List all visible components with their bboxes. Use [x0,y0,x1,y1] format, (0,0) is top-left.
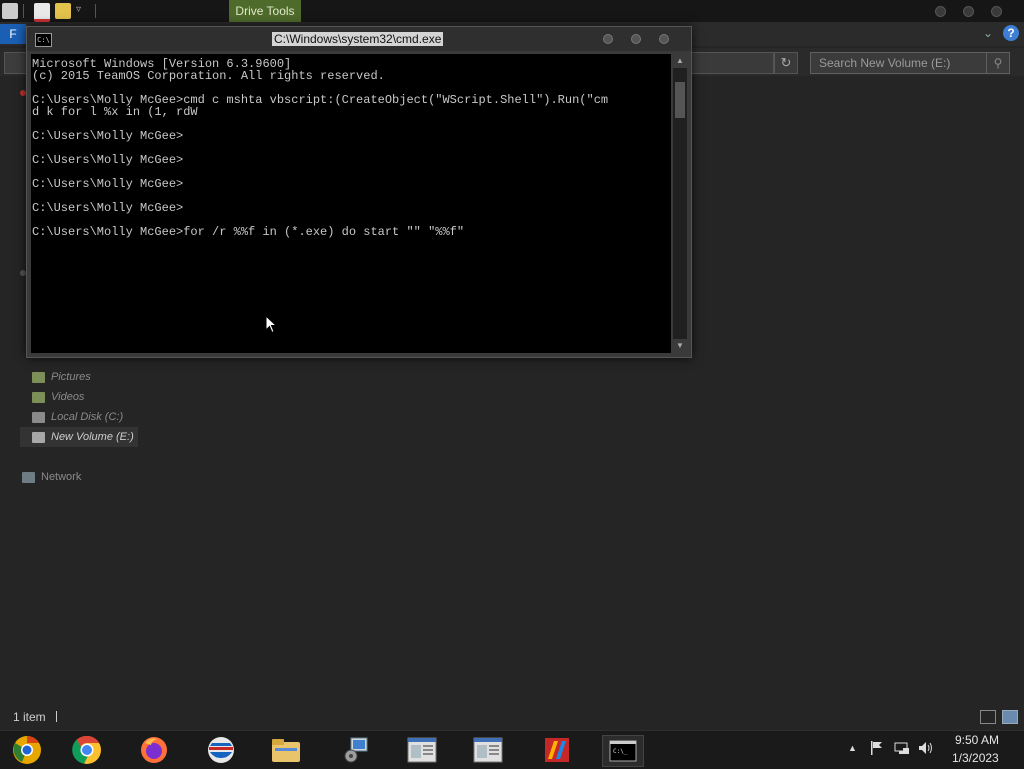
opera-icon [208,737,234,763]
drive-icon [32,431,45,443]
network-icon [22,471,35,483]
window-icon [473,737,503,763]
customize-qa-chevron-icon[interactable]: ▿ [76,4,81,15]
pictures-folder-icon [32,371,45,383]
scroll-down-icon[interactable]: ▼ [673,339,687,353]
nav-item-local-disk-c[interactable]: Local Disk (C:) [32,407,123,427]
status-bar [0,706,1024,728]
status-item-count: 1 item [13,710,46,724]
search-input[interactable]: Search New Volume (E:) [810,52,994,74]
qa-separator [95,4,96,18]
nav-item-label: Network [41,471,82,483]
cmd-system-menu-icon[interactable]: C:\ [35,33,52,47]
videos-folder-icon [32,391,45,403]
taskbar-app[interactable] [537,735,577,765]
nav-item-label: New Volume (E:) [51,431,134,443]
taskbar-firefox[interactable] [134,735,174,765]
properties-icon[interactable] [34,3,50,22]
new-folder-icon[interactable] [55,3,71,19]
clock-date[interactable]: 1/3/2023 [952,751,999,765]
refresh-icon[interactable]: ↻ [774,52,798,74]
taskbar-window-1[interactable] [402,735,442,765]
taskbar-control-panel[interactable] [336,735,376,765]
nav-item-label: Pictures [51,371,91,383]
taskbar-chrome-canary[interactable] [7,735,47,765]
volume-icon[interactable] [918,740,934,759]
search-icon[interactable]: ⚲ [986,52,1010,74]
console-output[interactable]: Microsoft Windows [Version 6.3.9600] (c)… [31,54,671,353]
control-panel-icon [344,737,368,763]
taskbar-chrome[interactable] [67,735,107,765]
file-explorer-icon [272,739,300,762]
explorer-app-icon [2,3,18,19]
cmd-minimize-button[interactable] [603,34,613,44]
console-text: Microsoft Windows [Version 6.3.9600] (c)… [32,57,609,239]
nav-item-pictures[interactable]: Pictures [32,367,91,387]
drive-tools-tab[interactable]: Drive Tools [229,0,301,22]
cmd-window-title: C:\Windows\system32\cmd.exe [272,32,444,46]
console-scrollbar[interactable]: ▲ ▼ [673,54,687,353]
ribbon-expand-chevron-icon[interactable]: ⌄ [983,26,993,40]
status-separator [56,711,57,722]
nav-item-new-volume-e[interactable]: New Volume (E:) [32,427,134,447]
cmd-icon: C:\_ [609,740,637,762]
nav-item-label: Local Disk (C:) [51,411,124,423]
firefox-icon [141,737,167,763]
cmd-close-button[interactable] [659,34,669,44]
mouse-cursor-icon [265,315,277,334]
explorer-maximize-button[interactable] [963,6,974,17]
chrome-canary-icon [13,736,41,764]
svg-text:C:\_: C:\_ [613,748,628,755]
drive-icon [32,411,45,423]
back-button[interactable] [4,52,28,74]
clock-time[interactable]: 9:50 AM [955,733,999,747]
taskbar-file-explorer[interactable] [266,735,306,765]
taskbar-command-prompt[interactable]: C:\_ [602,735,644,767]
window-icon [407,737,437,763]
help-icon[interactable]: ? [1003,25,1019,41]
file-tab[interactable]: F [0,24,26,44]
taskbar: C:\_ ▲ [0,730,1024,769]
explorer-minimize-button[interactable] [935,6,946,17]
show-hidden-icons-chevron-icon[interactable]: ▲ [848,743,857,753]
cmd-maximize-button[interactable] [631,34,641,44]
app-icon [545,738,569,762]
scrollbar-thumb[interactable] [675,82,685,118]
qa-separator [23,4,24,18]
action-center-flag-icon[interactable] [870,740,884,759]
explorer-titlebar [0,0,1024,22]
large-icons-view-icon[interactable] [1002,710,1018,724]
address-field[interactable] [690,52,774,74]
explorer-close-button[interactable] [991,6,1002,17]
scroll-up-icon[interactable]: ▲ [673,54,687,68]
nav-item-videos[interactable]: Videos [32,387,84,407]
network-status-icon[interactable] [894,740,910,759]
cmd-window[interactable]: C:\ C:\Windows\system32\cmd.exe Microsof… [26,26,692,358]
chrome-icon [72,735,101,764]
taskbar-window-2[interactable] [468,735,508,765]
nav-item-label: Videos [51,391,85,403]
taskbar-opera[interactable] [201,735,241,765]
details-view-icon[interactable] [980,710,996,724]
nav-item-network[interactable]: Network [22,467,81,487]
